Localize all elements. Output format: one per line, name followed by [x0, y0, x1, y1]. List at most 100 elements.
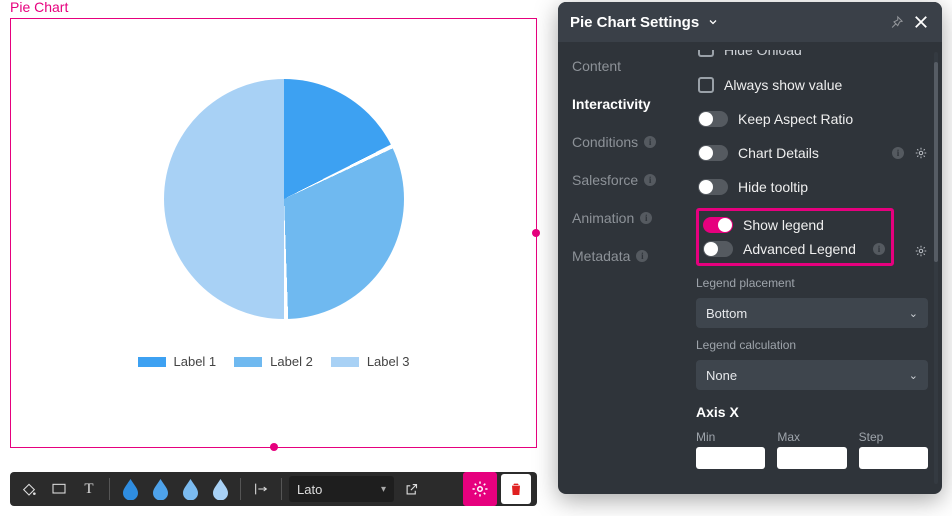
- tab-label: Conditions: [572, 134, 638, 150]
- font-name: Lato: [297, 482, 322, 497]
- legend-placement-label: Legend placement: [696, 276, 928, 290]
- fill-color-button[interactable]: [16, 476, 42, 502]
- option-label: Hide Onload: [724, 50, 802, 58]
- scrollbar-thumb[interactable]: [934, 62, 938, 262]
- panel-tab-list: Content Interactivity Conditionsi Salesf…: [558, 42, 688, 494]
- chevron-down-icon: ▾: [381, 484, 386, 495]
- info-icon: i: [892, 147, 904, 159]
- option-chart-details[interactable]: Chart Details i: [696, 140, 928, 166]
- legend-calculation-select[interactable]: None ⌄: [696, 360, 928, 390]
- panel-header: Pie Chart Settings: [558, 2, 942, 42]
- option-label: Keep Aspect Ratio: [738, 111, 928, 127]
- chevron-down-icon: ⌄: [909, 307, 918, 320]
- option-label: Chart Details: [738, 145, 882, 161]
- toggle-icon: [698, 111, 728, 127]
- open-external-button[interactable]: [398, 476, 424, 502]
- info-icon: i: [640, 212, 652, 224]
- tab-metadata[interactable]: Metadatai: [572, 248, 688, 264]
- tab-animation[interactable]: Animationi: [572, 210, 688, 226]
- legend-swatch: [331, 357, 359, 367]
- highlighted-legend-options: Show legend Advanced Legend i: [696, 208, 894, 266]
- info-icon: i: [644, 174, 656, 186]
- chart-canvas[interactable]: Label 1 Label 2 Label 3: [10, 18, 537, 448]
- legend-label: Label 1: [174, 354, 217, 369]
- border-style-button[interactable]: [46, 476, 72, 502]
- axis-x-heading: Axis X: [696, 404, 928, 420]
- axis-x-row: Min Max Step: [696, 430, 928, 469]
- text-style-button[interactable]: T: [76, 476, 102, 502]
- panel-content: Hide Onload Always show value Keep Aspec…: [688, 42, 942, 494]
- element-toolbar: T Lato ▾: [10, 472, 537, 506]
- canvas-title: Pie Chart: [10, 0, 68, 15]
- checkbox-icon: [698, 77, 714, 93]
- advanced-legend-settings[interactable]: [914, 244, 928, 261]
- select-value: Bottom: [706, 306, 747, 321]
- drop-icon: [212, 478, 229, 500]
- drop-icon: [122, 478, 139, 500]
- settings-panel: Pie Chart Settings Content Interactivity…: [558, 2, 942, 494]
- border-icon: [51, 481, 67, 497]
- open-external-icon: [404, 482, 419, 497]
- toggle-icon: [698, 179, 728, 195]
- tab-salesforce[interactable]: Salesforce i: [572, 172, 688, 188]
- text-icon: T: [84, 481, 93, 498]
- toolbar-separator: [109, 478, 110, 500]
- pin-icon[interactable]: [889, 15, 904, 30]
- series-color-2[interactable]: [147, 476, 173, 502]
- align-left-icon: [253, 481, 269, 497]
- checkbox-icon: [698, 50, 714, 57]
- resize-handle-right[interactable]: [532, 229, 540, 237]
- axis-step-input[interactable]: [859, 447, 928, 469]
- legend-item-1: Label 1: [138, 354, 217, 369]
- option-always-show-value[interactable]: Always show value: [696, 72, 928, 98]
- tab-label: Metadata: [572, 248, 630, 264]
- tab-interactivity[interactable]: Interactivity: [572, 96, 688, 112]
- tab-conditions[interactable]: Conditionsi: [572, 134, 688, 150]
- option-label: Always show value: [724, 77, 928, 93]
- info-icon: i: [873, 243, 885, 255]
- paint-bucket-icon: [21, 481, 37, 497]
- series-color-3[interactable]: [177, 476, 203, 502]
- tab-label: Interactivity: [572, 96, 651, 112]
- tab-label: Salesforce: [572, 172, 638, 188]
- resize-handle-bottom[interactable]: [270, 443, 278, 451]
- axis-min-label: Min: [696, 430, 765, 444]
- toolbar-separator: [281, 478, 282, 500]
- select-value: None: [706, 368, 737, 383]
- legend-swatch: [138, 357, 166, 367]
- drop-icon: [152, 478, 169, 500]
- drop-icon: [182, 478, 199, 500]
- option-hide-tooltip[interactable]: Hide tooltip: [696, 174, 928, 200]
- legend-calculation-label: Legend calculation: [696, 338, 928, 352]
- option-advanced-legend[interactable]: Advanced Legend i: [701, 237, 885, 261]
- legend-placement-select[interactable]: Bottom ⌄: [696, 298, 928, 328]
- trash-icon: [508, 481, 524, 497]
- option-label: Hide tooltip: [738, 179, 928, 195]
- option-label: Advanced Legend: [743, 241, 863, 257]
- chart-legend: Label 1 Label 2 Label 3: [11, 354, 536, 369]
- font-family-select[interactable]: Lato ▾: [289, 476, 394, 502]
- option-hide-onload[interactable]: Hide Onload: [696, 50, 928, 64]
- gear-icon: [471, 480, 489, 498]
- axis-max-label: Max: [777, 430, 846, 444]
- gear-icon: [914, 244, 928, 258]
- close-icon[interactable]: [912, 13, 930, 31]
- axis-max-input[interactable]: [777, 447, 846, 469]
- gear-icon[interactable]: [914, 146, 928, 160]
- panel-scrollbar[interactable]: [934, 52, 938, 484]
- chevron-down-icon[interactable]: [707, 16, 719, 28]
- option-show-legend[interactable]: Show legend: [701, 213, 885, 237]
- series-color-4[interactable]: [207, 476, 233, 502]
- delete-element-button[interactable]: [501, 474, 531, 504]
- toggle-icon: [698, 145, 728, 161]
- axis-step-label: Step: [859, 430, 928, 444]
- toggle-icon: [703, 217, 733, 233]
- element-settings-button[interactable]: [463, 472, 497, 506]
- toolbar-separator: [240, 478, 241, 500]
- pie-chart: [164, 79, 404, 319]
- option-keep-aspect-ratio[interactable]: Keep Aspect Ratio: [696, 106, 928, 132]
- tab-content[interactable]: Content: [572, 58, 688, 74]
- axis-min-input[interactable]: [696, 447, 765, 469]
- series-color-1[interactable]: [117, 476, 143, 502]
- align-button[interactable]: [248, 476, 274, 502]
